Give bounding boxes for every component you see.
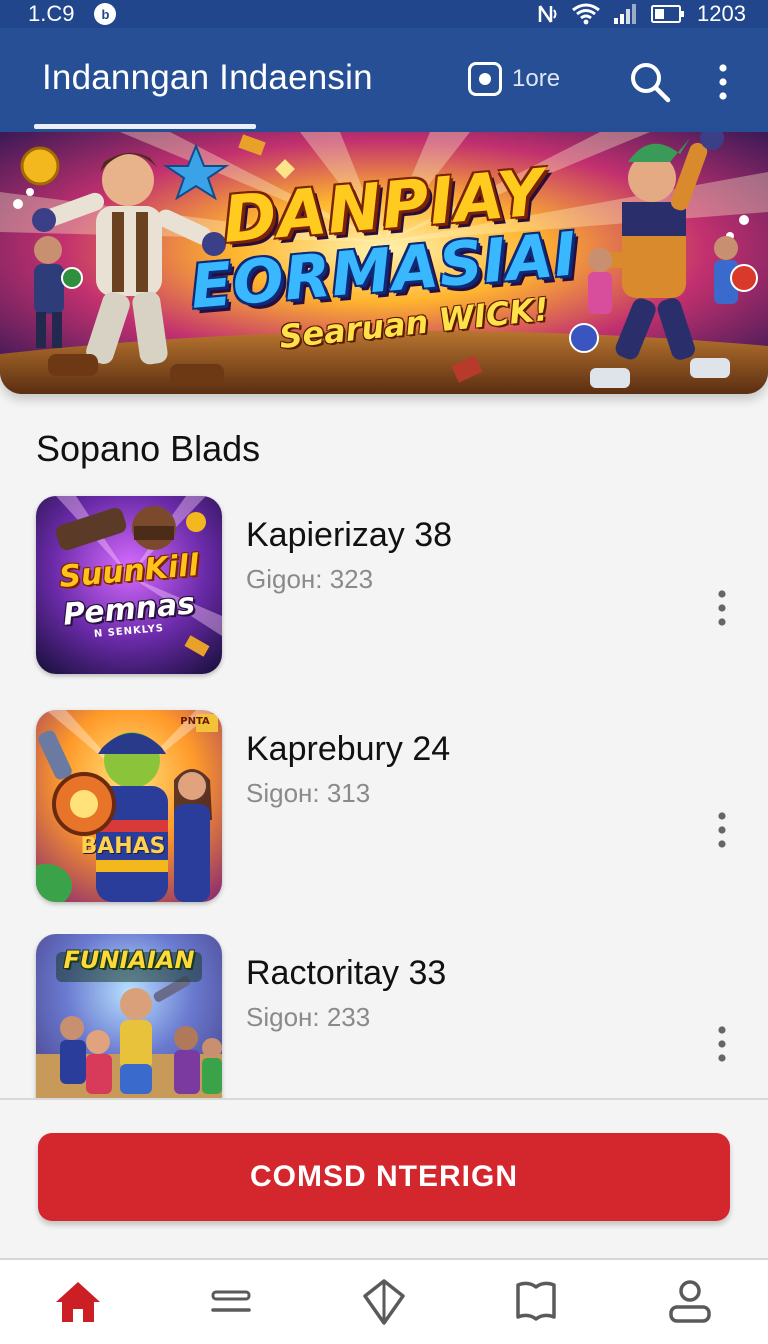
nav-item-home[interactable] [50, 1276, 106, 1328]
list-item[interactable]: FUNIAIAN Ractoritay 33 Sigoн: 233 [0, 934, 768, 1098]
home-icon [56, 1282, 100, 1322]
nav-item-list[interactable] [203, 1276, 259, 1328]
more-vert-icon [718, 812, 726, 848]
status-time: 1.C9 [28, 1, 75, 26]
thumb-title-line1: FUNIAIAN [63, 946, 195, 974]
battery-icon [651, 5, 685, 23]
search-button[interactable] [628, 60, 672, 104]
more-vert-icon [718, 1026, 726, 1062]
wifi-icon [572, 3, 600, 25]
thumb-title-line1: BAHAS [80, 834, 166, 859]
bottom-navigation [0, 1258, 768, 1344]
status-right: 1203 [537, 1, 746, 27]
hero-banner[interactable]: DANPIAY EORMASIAI Searuan WICK! [0, 132, 768, 394]
game-meta: Gigoн: 323 [246, 564, 374, 594]
battery-text: 1203 [697, 1, 746, 26]
game-name: Kaprebury 24 [246, 730, 451, 768]
thumb-subtitle: PNTA [180, 716, 210, 727]
game-thumbnail[interactable]: FUNIAIAN [36, 934, 222, 1098]
game-meta: Sigoн: 233 [246, 1002, 371, 1032]
nav-item-explore[interactable] [356, 1276, 412, 1328]
game-thumbnail[interactable]: BAHAS PNTA [36, 710, 222, 902]
app-bar: Indanngan Indaensin 1ore [0, 28, 768, 132]
primary-action-button[interactable]: COMSD NTERIGN [38, 1133, 730, 1221]
more-vert-icon [719, 64, 727, 100]
game-meta: Sigoн: 313 [246, 778, 371, 808]
list-icon [211, 1290, 251, 1312]
notification-badge-icon: b [94, 3, 117, 25]
signal-icon [614, 4, 637, 24]
diamond-icon [363, 1279, 405, 1325]
game-name: Kapierizay 38 [246, 516, 453, 554]
status-left: 1.C9 b [28, 1, 117, 27]
search-icon [631, 63, 671, 103]
list-item[interactable]: BAHAS PNTA Kaprebury 24 Sigoн: 313 [0, 710, 768, 902]
section-title: Sopano Blads [36, 428, 261, 469]
nav-item-library[interactable] [508, 1276, 564, 1328]
list-item[interactable]: SuunKill Pemnas N SENKLYS Kapierizay 38 … [0, 496, 768, 676]
coins-chip[interactable]: 1ore [468, 62, 560, 96]
nfc-icon [538, 5, 557, 23]
overflow-menu-button[interactable] [708, 60, 738, 104]
item-more-button[interactable] [708, 586, 736, 630]
app-title[interactable]: Indanngan Indaensin [42, 58, 373, 98]
game-name: Ractoritay 33 [246, 954, 447, 992]
coins-chip-label: 1ore [512, 65, 561, 92]
game-thumbnail[interactable]: SuunKill Pemnas N SENKLYS [36, 496, 222, 674]
camera-icon [468, 62, 502, 96]
tab-indicator [34, 124, 256, 129]
status-bar: 1.C9 b 1203 [0, 0, 768, 28]
profile-icon [669, 1280, 711, 1323]
item-more-button[interactable] [708, 1022, 736, 1066]
more-vert-icon [718, 590, 726, 626]
item-more-button[interactable] [708, 808, 736, 852]
nav-item-profile[interactable] [662, 1276, 718, 1328]
book-icon [516, 1281, 556, 1321]
game-thumbnail-art [36, 710, 222, 902]
